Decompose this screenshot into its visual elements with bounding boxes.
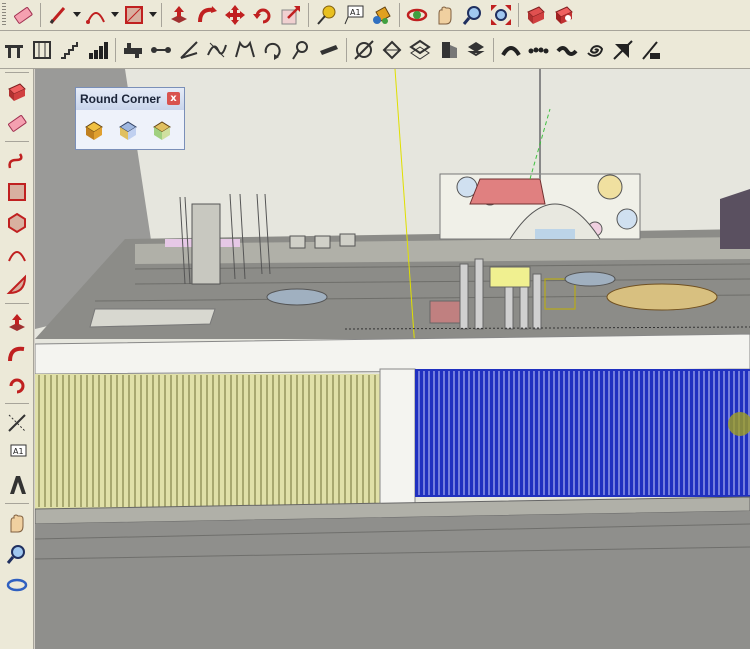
separator bbox=[4, 403, 29, 404]
separator bbox=[308, 3, 309, 27]
round-corner-icon[interactable] bbox=[80, 117, 108, 143]
separator bbox=[518, 3, 519, 27]
tape-measure-icon[interactable] bbox=[312, 1, 340, 29]
chevron-down-icon[interactable] bbox=[72, 1, 82, 29]
node-icon[interactable] bbox=[350, 36, 378, 64]
rectangle-icon[interactable] bbox=[120, 1, 148, 29]
cut-icon[interactable] bbox=[609, 36, 637, 64]
move-icon[interactable] bbox=[221, 1, 249, 29]
push-pull-icon[interactable] bbox=[2, 307, 32, 338]
bar-icon[interactable] bbox=[84, 36, 112, 64]
rotate-icon[interactable] bbox=[249, 1, 277, 29]
bevel-icon[interactable] bbox=[148, 117, 176, 143]
stairs-icon[interactable] bbox=[56, 36, 84, 64]
tool-icon[interactable] bbox=[287, 36, 315, 64]
pencil-icon[interactable] bbox=[44, 1, 72, 29]
spiral-icon[interactable] bbox=[581, 36, 609, 64]
orbit-icon[interactable] bbox=[2, 569, 32, 600]
arch-icon[interactable] bbox=[497, 36, 525, 64]
warehouse-icon[interactable] bbox=[522, 1, 550, 29]
curve-icon[interactable] bbox=[231, 36, 259, 64]
extrude-icon[interactable] bbox=[406, 36, 434, 64]
panel-title-bar[interactable]: Round Corner x bbox=[76, 88, 184, 110]
bridge-icon[interactable] bbox=[119, 36, 147, 64]
3d-text-icon[interactable] bbox=[2, 469, 32, 500]
offset-icon[interactable] bbox=[2, 369, 32, 400]
pie-icon[interactable] bbox=[2, 269, 32, 300]
dimension-icon[interactable] bbox=[2, 407, 32, 438]
panel-body bbox=[76, 110, 184, 150]
scene-drawing bbox=[35, 69, 750, 649]
left-toolbar: A1 bbox=[0, 69, 34, 649]
play-house-roof bbox=[469, 178, 546, 205]
vertex-icon[interactable] bbox=[175, 36, 203, 64]
polygon-icon[interactable] bbox=[2, 207, 32, 238]
separator bbox=[4, 303, 29, 304]
zoom-extents-icon[interactable] bbox=[487, 1, 515, 29]
wave-icon[interactable] bbox=[553, 36, 581, 64]
lathe-icon[interactable] bbox=[434, 36, 462, 64]
text-icon[interactable]: A1 bbox=[340, 1, 368, 29]
dots-icon[interactable] bbox=[525, 36, 553, 64]
misc-icon[interactable] bbox=[637, 36, 665, 64]
follow-me-icon[interactable] bbox=[2, 338, 32, 369]
round-pad bbox=[606, 283, 718, 311]
pan-icon[interactable] bbox=[2, 507, 32, 538]
main-toolbar: A1 bbox=[0, 0, 750, 31]
pan-icon[interactable] bbox=[431, 1, 459, 29]
orbit-icon[interactable] bbox=[403, 1, 431, 29]
join-icon[interactable] bbox=[147, 36, 175, 64]
arc-icon[interactable] bbox=[82, 1, 110, 29]
grip-icon[interactable] bbox=[0, 36, 28, 64]
section-icon[interactable] bbox=[462, 36, 490, 64]
separator bbox=[399, 3, 400, 27]
svg-text:A1: A1 bbox=[13, 447, 24, 456]
text-icon[interactable]: A1 bbox=[2, 438, 32, 469]
close-icon[interactable]: x bbox=[167, 92, 180, 105]
separator bbox=[40, 3, 41, 27]
panel-title: Round Corner bbox=[80, 92, 161, 106]
push-pull-icon[interactable] bbox=[165, 1, 193, 29]
chevron-down-icon[interactable] bbox=[110, 1, 120, 29]
rectangle-icon[interactable] bbox=[2, 176, 32, 207]
separator bbox=[493, 37, 494, 62]
grid-icon[interactable] bbox=[28, 36, 56, 64]
zoom-icon[interactable] bbox=[2, 538, 32, 569]
spin-icon[interactable] bbox=[259, 36, 287, 64]
round-pad bbox=[266, 288, 328, 306]
paint-bucket-icon[interactable] bbox=[368, 1, 396, 29]
separator bbox=[115, 37, 116, 62]
platform bbox=[89, 308, 216, 328]
chevron-down-icon[interactable] bbox=[148, 1, 158, 29]
freehand-icon[interactable] bbox=[2, 145, 32, 176]
plugin-toolbar bbox=[0, 31, 750, 69]
separator bbox=[346, 37, 347, 62]
right-building bbox=[720, 189, 750, 249]
sharp-corner-icon[interactable] bbox=[114, 117, 142, 143]
zoom-icon[interactable] bbox=[459, 1, 487, 29]
follow-me-icon[interactable] bbox=[193, 1, 221, 29]
svg-text:A1: A1 bbox=[350, 8, 361, 17]
eraser-icon[interactable] bbox=[9, 1, 37, 29]
scale-icon[interactable] bbox=[277, 1, 305, 29]
wall-icon[interactable] bbox=[315, 36, 343, 64]
arc-icon[interactable] bbox=[2, 238, 32, 269]
toolbar-grip[interactable] bbox=[2, 3, 6, 27]
bezier-icon[interactable] bbox=[203, 36, 231, 64]
select-icon[interactable] bbox=[2, 76, 32, 107]
separator bbox=[4, 503, 29, 504]
eraser-icon[interactable] bbox=[2, 107, 32, 138]
separator bbox=[4, 141, 29, 142]
pillar bbox=[379, 368, 416, 505]
separator bbox=[161, 3, 162, 27]
separator bbox=[4, 72, 29, 73]
round-corner-panel: Round Corner x bbox=[75, 87, 185, 150]
3d-viewport[interactable] bbox=[35, 69, 750, 649]
faces-icon[interactable] bbox=[378, 36, 406, 64]
extension-icon[interactable] bbox=[550, 1, 578, 29]
